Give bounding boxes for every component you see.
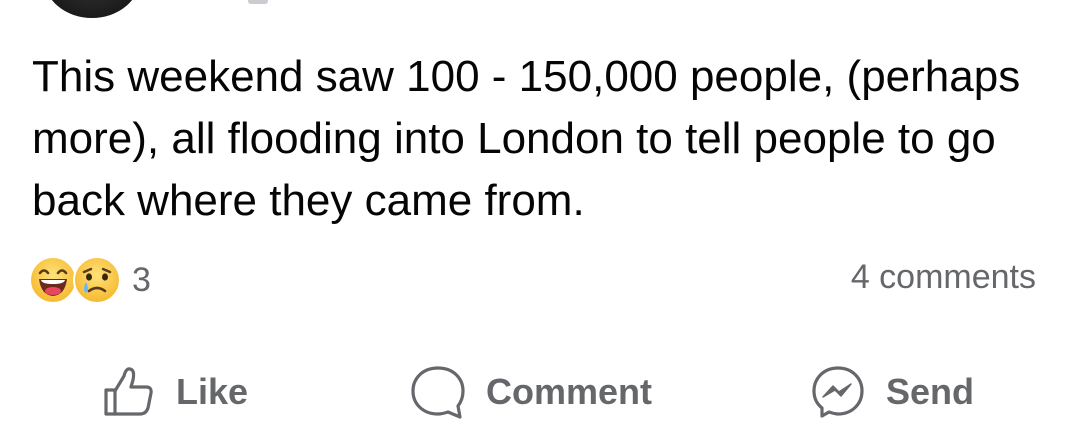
- speech-bubble-icon: [411, 366, 465, 419]
- comment-button[interactable]: Comment: [408, 356, 652, 428]
- post-text: This weekend saw 100 - 150,000 people, (…: [32, 52, 1021, 225]
- author-name-fragment: [248, 0, 268, 4]
- like-label: Like: [176, 371, 249, 412]
- comments-count[interactable]: 4 comments: [851, 258, 1036, 297]
- messenger-icon: [812, 366, 864, 418]
- avatar[interactable]: [44, 0, 140, 18]
- post-actions-bar: Like Comment Send: [0, 356, 1074, 428]
- like-button[interactable]: Like: [98, 356, 248, 428]
- send-button[interactable]: Send: [808, 356, 974, 428]
- thumbs-up-icon: [104, 367, 153, 416]
- reactions-summary[interactable]: 3: [28, 254, 151, 306]
- comment-label: Comment: [486, 371, 653, 412]
- haha-icon: [29, 256, 77, 304]
- reaction-count: 3: [132, 260, 151, 299]
- send-label: Send: [886, 371, 975, 412]
- sad-icon: [73, 256, 121, 304]
